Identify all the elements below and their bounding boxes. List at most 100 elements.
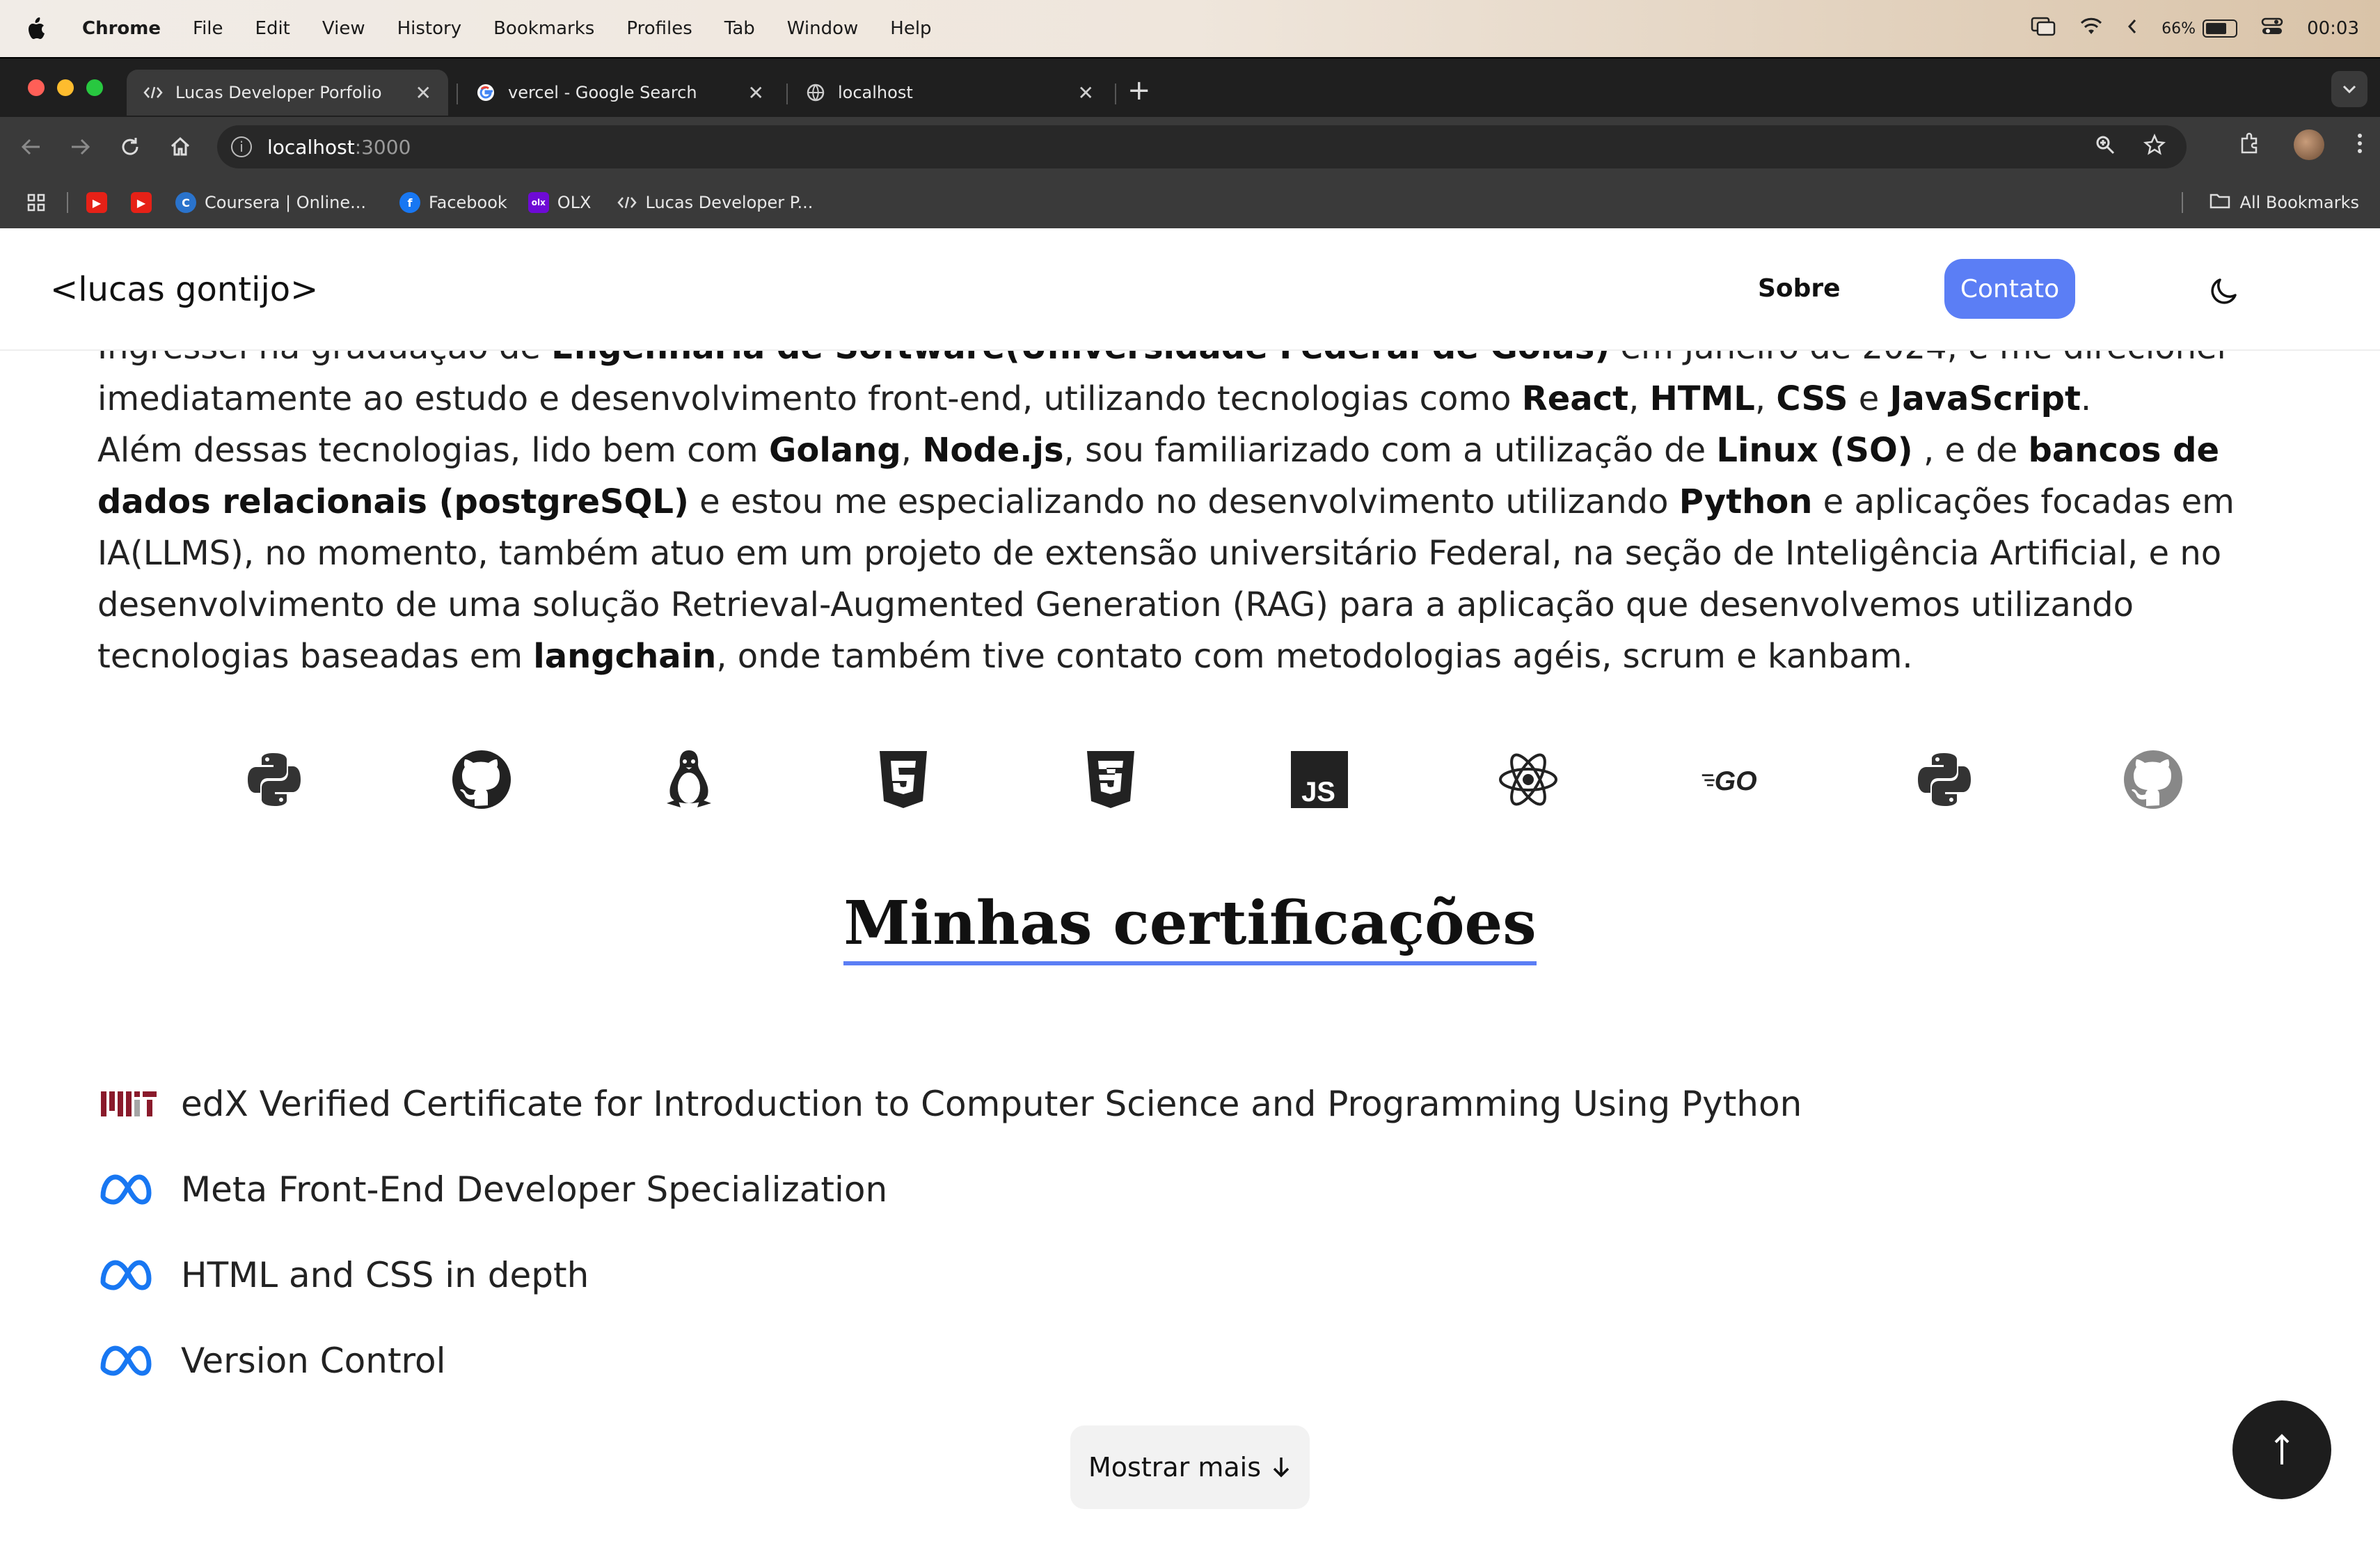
certifications-heading: Minhas certificações (0, 888, 2380, 965)
battery-percent: 66% (2161, 19, 2196, 38)
tab-google-search[interactable]: vercel - Google Search ✕ (459, 70, 781, 116)
screen-mirroring-icon[interactable] (2031, 17, 2056, 41)
css3-icon (1076, 745, 1145, 814)
bookmark-separator (67, 192, 68, 213)
site-info-icon[interactable]: i (231, 136, 252, 157)
show-more-button[interactable]: Mostrar mais (1070, 1425, 1310, 1509)
menu-edit[interactable]: Edit (255, 18, 290, 39)
code-icon (143, 83, 163, 102)
menu-tab[interactable]: Tab (724, 18, 755, 39)
moon-icon (2211, 278, 2237, 304)
bookmark-label: Facebook (429, 193, 507, 212)
arrow-down-icon (1273, 1458, 1290, 1478)
browser-toolbar: i localhost :3000 (0, 117, 2380, 177)
back-button[interactable] (17, 132, 46, 161)
bookmark-coursera[interactable]: C Coursera | Online... (175, 192, 366, 213)
certifications-list: edX Verified Certificate for Introductio… (97, 1061, 1802, 1403)
tab-strip: Lucas Developer Porfolio ✕ vercel - Goog… (0, 57, 2380, 118)
bookmark-youtube-2[interactable]: ▶ (131, 192, 152, 213)
arrow-left-icon (21, 139, 40, 155)
arrow-right-icon (72, 139, 90, 155)
list-item[interactable]: Version Control (97, 1318, 1802, 1403)
menu-file[interactable]: File (193, 18, 223, 39)
mit-icon (97, 1083, 160, 1125)
more-menu-icon[interactable] (2356, 132, 2363, 157)
tab-title: Lucas Developer Porfolio (175, 83, 382, 102)
facebook-icon: f (399, 192, 421, 213)
svg-text:JS: JS (1301, 777, 1335, 807)
nav-button-contato[interactable]: Contato (1944, 259, 2075, 319)
scroll-to-top-button[interactable] (2232, 1400, 2331, 1499)
apps-icon[interactable] (26, 193, 46, 212)
coursera-icon: C (175, 192, 196, 213)
reload-button[interactable] (116, 132, 145, 161)
clock[interactable]: 00:03 (2307, 18, 2359, 39)
tab-search-button[interactable] (2331, 71, 2367, 107)
new-tab-button[interactable]: + (1127, 77, 1151, 104)
python-icon (239, 745, 309, 814)
bookmark-olx[interactable]: olx OLX (527, 192, 592, 213)
web-page: Ingressei na graduação de Engenharia de … (0, 228, 2380, 1548)
html5-icon (868, 745, 938, 814)
certificate-label: HTML and CSS in depth (181, 1254, 589, 1295)
meta-icon (97, 1169, 160, 1210)
react-icon (1493, 745, 1563, 814)
golang-icon: GO (1701, 745, 1770, 814)
chevron-left-icon[interactable] (2127, 18, 2138, 40)
all-bookmarks-label: All Bookmarks (2239, 193, 2359, 212)
minimize-window-button[interactable] (57, 79, 74, 96)
menu-window[interactable]: Window (787, 18, 859, 39)
address-bar[interactable]: i localhost :3000 (217, 125, 2187, 168)
menu-app-name[interactable]: Chrome (82, 18, 161, 39)
theme-toggle-button[interactable] (2206, 273, 2242, 309)
close-icon[interactable]: ✕ (1078, 81, 1094, 104)
youtube-icon: ▶ (86, 192, 107, 213)
close-icon[interactable]: ✕ (415, 81, 431, 104)
certificate-label: Version Control (181, 1340, 446, 1381)
control-center-icon[interactable] (2261, 17, 2283, 41)
wifi-icon[interactable] (2079, 17, 2103, 40)
zoom-window-button[interactable] (86, 79, 103, 96)
forward-button[interactable] (65, 132, 95, 161)
close-icon[interactable]: ✕ (748, 81, 764, 104)
bookmark-label: OLX (557, 193, 592, 212)
battery-icon (2203, 19, 2238, 38)
macos-menubar: Chrome File Edit View History Bookmarks … (0, 0, 2380, 57)
bookmark-star-icon[interactable] (2143, 133, 2166, 161)
menu-view[interactable]: View (322, 18, 365, 39)
bookmark-youtube-1[interactable]: ▶ (86, 192, 107, 213)
battery-indicator[interactable]: 66% (2161, 19, 2238, 38)
arrow-up-icon (2274, 1434, 2290, 1464)
nav-link-sobre[interactable]: Sobre (1758, 274, 1841, 303)
tab-localhost[interactable]: localhost ✕ (789, 70, 1111, 116)
home-button[interactable] (166, 132, 195, 161)
extensions-icon[interactable] (2238, 132, 2262, 158)
folder-icon (2210, 192, 2230, 213)
menu-history[interactable]: History (397, 18, 462, 39)
bookmark-label: Lucas Developer P... (645, 193, 814, 212)
menu-profiles[interactable]: Profiles (626, 18, 692, 39)
bookmark-portfolio[interactable]: Lucas Developer P... (617, 192, 814, 213)
javascript-icon: JS (1285, 745, 1354, 814)
bookmark-facebook[interactable]: f Facebook (399, 192, 507, 213)
profile-avatar[interactable] (2294, 129, 2324, 160)
site-logo[interactable]: <lucas gontijo> (50, 270, 318, 309)
olx-icon: olx (527, 192, 549, 213)
status-area: 66% 00:03 (2031, 0, 2359, 57)
menu-bookmarks[interactable]: Bookmarks (493, 18, 594, 39)
list-item[interactable]: edX Verified Certificate for Introductio… (97, 1061, 1802, 1146)
menu-help[interactable]: Help (890, 18, 931, 39)
apple-icon[interactable] (28, 17, 49, 40)
window-controls (28, 79, 103, 96)
globe-icon (806, 83, 825, 102)
tab-portfolio[interactable]: Lucas Developer Porfolio ✕ (127, 70, 448, 116)
zoom-icon[interactable] (2095, 134, 2116, 160)
bookmark-label: Coursera | Online... (205, 193, 367, 212)
chevron-down-icon (2342, 85, 2356, 94)
close-window-button[interactable] (28, 79, 45, 96)
all-bookmarks-button[interactable]: All Bookmarks (2181, 192, 2359, 213)
bookmarks-bar: ▶ ▶ C Coursera | Online... f Facebook ol… (0, 177, 2380, 230)
certificate-label: edX Verified Certificate for Introductio… (181, 1083, 1802, 1124)
list-item[interactable]: HTML and CSS in depth (97, 1232, 1802, 1318)
list-item[interactable]: Meta Front-End Developer Specialization (97, 1146, 1802, 1232)
